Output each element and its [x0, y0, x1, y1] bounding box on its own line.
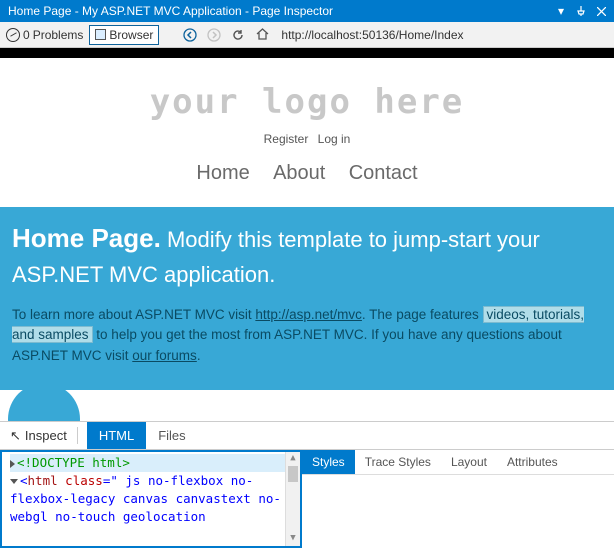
tab-files[interactable]: Files	[146, 422, 197, 449]
hero-description: To learn more about ASP.NET MVC visit ht…	[12, 305, 602, 366]
page-header-bar	[0, 48, 614, 58]
browser-button[interactable]: Browser	[89, 25, 159, 45]
tab-html[interactable]: HTML	[87, 422, 146, 449]
register-link[interactable]: Register	[264, 132, 309, 146]
tab-styles[interactable]: Styles	[302, 450, 355, 474]
mvc-link[interactable]: http://asp.net/mvc	[255, 307, 362, 322]
pin-icon[interactable]	[574, 4, 588, 18]
code-scrollbar[interactable]: ▲ ▼	[285, 452, 300, 546]
scroll-down-icon[interactable]: ▼	[286, 532, 300, 546]
no-problems-icon	[6, 28, 20, 42]
window-dropdown-icon[interactable]: ▾	[554, 4, 568, 18]
inspect-label: Inspect	[25, 428, 67, 443]
nav-about[interactable]: About	[273, 162, 325, 184]
back-icon[interactable]	[181, 26, 199, 44]
close-icon[interactable]	[594, 4, 608, 18]
window-title: Home Page - My ASP.NET MVC Application -…	[4, 4, 554, 18]
refresh-icon[interactable]	[229, 26, 247, 44]
problems-label: Problems	[33, 28, 84, 42]
browser-viewport: your logo here Register Log in Home Abou…	[0, 48, 614, 422]
inspect-cursor-icon: ↖	[10, 428, 21, 444]
expand-icon[interactable]	[10, 460, 15, 468]
login-link[interactable]: Log in	[318, 132, 351, 146]
scroll-up-icon[interactable]: ▲	[286, 452, 300, 466]
nav-home[interactable]: Home	[196, 162, 249, 184]
hero-heading: Home Page. Modify this template to jump-…	[12, 221, 602, 291]
forums-link[interactable]: our forums	[132, 348, 197, 363]
tab-layout[interactable]: Layout	[441, 450, 497, 474]
hero-title: Home Page.	[12, 223, 161, 253]
url-field[interactable]: http://localhost:50136/Home/Index	[277, 28, 608, 42]
scroll-thumb[interactable]	[288, 466, 298, 482]
tab-trace-styles[interactable]: Trace Styles	[355, 450, 441, 474]
styles-panel-body	[302, 474, 614, 548]
tab-attributes[interactable]: Attributes	[497, 450, 568, 474]
code-doctype: <!DOCTYPE html>	[17, 455, 130, 470]
nav-contact[interactable]: Contact	[349, 162, 418, 184]
forward-icon	[205, 26, 223, 44]
browser-icon	[95, 29, 106, 40]
browser-label: Browser	[109, 28, 153, 42]
collapse-icon[interactable]	[10, 479, 18, 484]
logo-text: your logo here	[0, 58, 614, 132]
inspect-button[interactable]: ↖ Inspect	[0, 422, 77, 449]
html-source-panel[interactable]: <!DOCTYPE html> <html class=" js no-flex…	[0, 450, 302, 548]
home-icon[interactable]	[253, 26, 271, 44]
hero-section: Home Page. Modify this template to jump-…	[0, 207, 614, 390]
problems-count: 0	[23, 28, 30, 42]
problems-indicator[interactable]: 0 Problems	[6, 28, 83, 42]
